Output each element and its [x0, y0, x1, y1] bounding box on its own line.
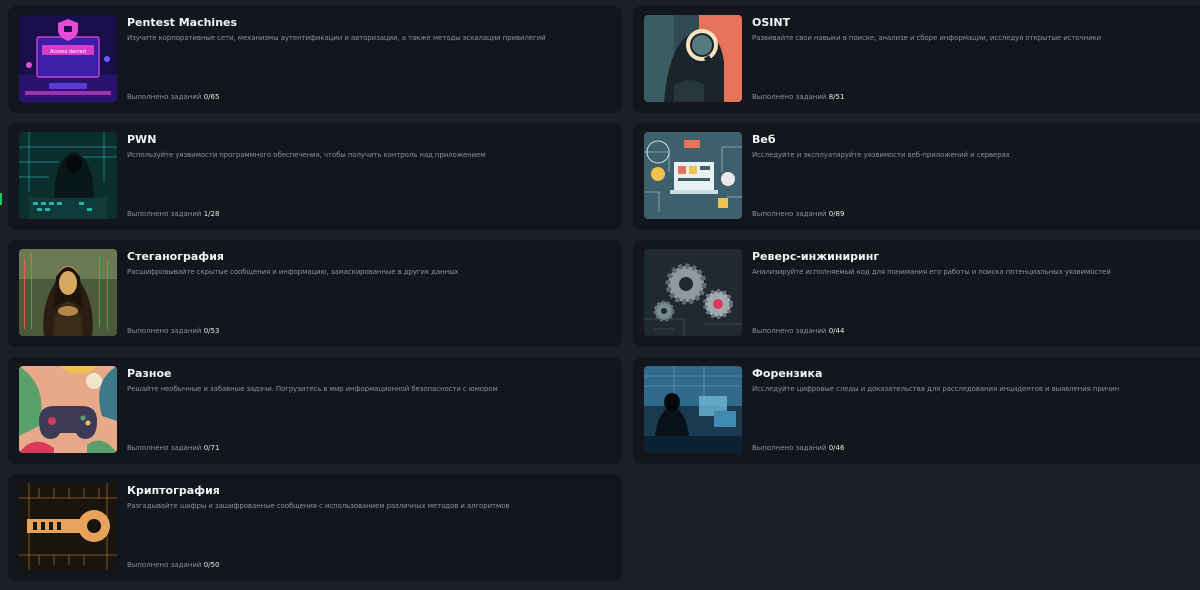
category-title: Pentest Machines	[127, 16, 238, 29]
category-description: Развивайте свои навыки в поиске, анализе…	[752, 34, 1102, 42]
progress-label: Выполнено заданий	[127, 444, 202, 452]
category-card-crypto[interactable]: Криптография Разгадывайте шифры и зашифр…	[8, 474, 622, 581]
access-denied-text: Access denied	[50, 49, 86, 55]
category-description: Решайте необычные и забавные задачи. Пог…	[127, 385, 498, 393]
category-title: OSINT	[752, 16, 791, 29]
reverse-image	[644, 249, 742, 336]
scroll-indicator	[0, 193, 2, 205]
progress-count: 0/71	[203, 444, 220, 452]
category-progress: Выполнено заданий 1/28	[127, 210, 219, 218]
misc-image	[19, 366, 117, 453]
category-title: Криптография	[127, 484, 220, 497]
category-card-stego[interactable]: Стеганография Расшифровывайте скрытые со…	[8, 240, 622, 347]
category-title: Разное	[127, 367, 172, 380]
category-progress: Выполнено заданий 0/71	[127, 444, 219, 452]
progress-count: 0/50	[203, 561, 220, 569]
progress-label: Выполнено заданий	[752, 444, 827, 452]
crypto-image	[19, 483, 117, 570]
category-progress: Выполнено заданий 0/65	[127, 93, 219, 101]
progress-label: Выполнено заданий	[127, 327, 202, 335]
progress-label: Выполнено заданий	[752, 327, 827, 335]
category-description: Разгадывайте шифры и зашифрованные сообщ…	[127, 502, 510, 510]
category-title: Веб	[752, 133, 776, 146]
stego-image	[19, 249, 117, 336]
category-card-reverse[interactable]: Реверс-инжиниринг Анализируйте исполняем…	[633, 240, 1200, 347]
category-card-web[interactable]: Веб Исследуйте и эксплуатируйте уязвимос…	[633, 123, 1200, 230]
progress-label: Выполнено заданий	[752, 210, 827, 218]
category-progress: Выполнено заданий 0/44	[752, 327, 844, 335]
category-progress: Выполнено заданий 0/50	[127, 561, 219, 569]
category-progress: Выполнено заданий 0/46	[752, 444, 844, 452]
category-description: Исследуйте цифровые следы и доказательст…	[752, 385, 1120, 393]
category-description: Расшифровывайте скрытые сообщения и инфо…	[127, 268, 459, 276]
forensics-image	[644, 366, 742, 453]
progress-count: 8/51	[828, 93, 845, 101]
category-card-osint[interactable]: OSINT Развивайте свои навыки в поиске, а…	[633, 6, 1200, 113]
category-card-pentest[interactable]: Access denied Pentest Machines Изучите к…	[8, 6, 622, 113]
category-description: Используйте уязвимости программного обес…	[127, 151, 486, 159]
category-title: Реверс-инжиниринг	[752, 250, 880, 263]
progress-count: 1/28	[203, 210, 220, 218]
web-image	[644, 132, 742, 219]
progress-count: 0/65	[203, 93, 220, 101]
progress-label: Выполнено заданий	[752, 93, 827, 101]
category-title: Стеганография	[127, 250, 224, 263]
category-card-pwn[interactable]: PWN Используйте уязвимости программного …	[8, 123, 622, 230]
progress-label: Выполнено заданий	[127, 210, 202, 218]
category-grid: Access denied Pentest Machines Изучите к…	[0, 0, 1200, 590]
progress-count: 0/53	[203, 327, 220, 335]
category-progress: Выполнено заданий 8/51	[752, 93, 844, 101]
category-title: Форензика	[752, 367, 823, 380]
category-card-misc[interactable]: Разное Решайте необычные и забавные зада…	[8, 357, 622, 464]
category-title: PWN	[127, 133, 157, 146]
progress-label: Выполнено заданий	[127, 93, 202, 101]
category-description: Исследуйте и эксплуатируйте уязвимости в…	[752, 151, 1010, 159]
progress-count: 0/89	[828, 210, 845, 218]
osint-image	[644, 15, 742, 102]
category-description: Изучите корпоративные сети, механизмы ау…	[127, 34, 546, 42]
progress-count: 0/46	[828, 444, 845, 452]
category-progress: Выполнено заданий 0/53	[127, 327, 219, 335]
progress-label: Выполнено заданий	[127, 561, 202, 569]
pwn-image	[19, 132, 117, 219]
progress-count: 0/44	[828, 327, 845, 335]
category-description: Анализируйте исполняемый код для пониман…	[752, 268, 1111, 276]
category-progress: Выполнено заданий 0/89	[752, 210, 844, 218]
category-card-forensics[interactable]: Форензика Исследуйте цифровые следы и до…	[633, 357, 1200, 464]
pentest-image: Access denied	[19, 15, 117, 102]
